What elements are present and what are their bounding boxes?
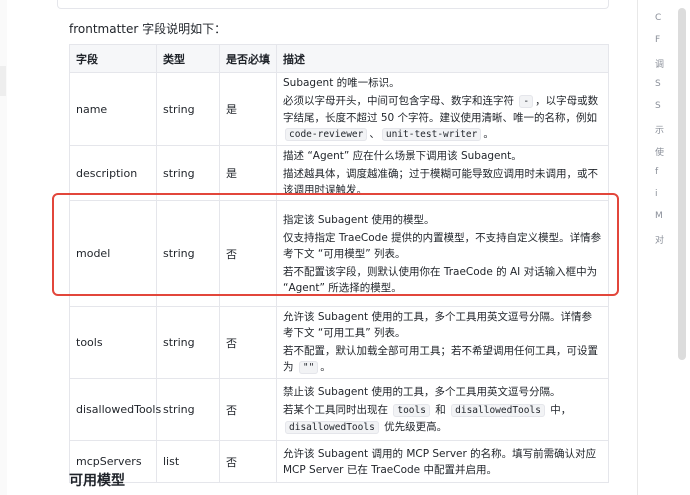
cell-required: 是 (219, 145, 277, 201)
description-text: 和 (431, 403, 450, 416)
inline-code: code-reviewer (285, 128, 368, 141)
cell-description: 禁止该 Subagent 使用的工具，多个工具用英文逗号分隔。 若某个工具同时出现… (276, 378, 609, 441)
description-paragraph: Subagent 的唯一标识。 (283, 75, 602, 91)
table-row: disallowedTools string 否禁止该 Subagent 使用的工具… (69, 378, 609, 441)
description-paragraph: 描述 “Agent” 应在什么场景下调用该 Subagent。 (283, 148, 602, 164)
description-text: 描述越具体，调度越准确；过于模糊可能导致应调用时未调用，或不该调用时误触发。 (283, 168, 598, 196)
toc-item[interactable]: i (655, 189, 658, 199)
toc-divider (637, 0, 638, 495)
toc-item[interactable]: C (655, 13, 661, 23)
description-text: 指定该 Subagent 使用的模型。 (283, 213, 435, 226)
toc-item[interactable]: f (655, 167, 658, 177)
toc-item[interactable]: 调 (655, 57, 664, 70)
table-row: description string 是描述 “Agent” 应在什么场景下调用该 … (69, 145, 609, 201)
description-text: Subagent 的唯一标识。 (283, 77, 400, 89)
description-paragraph: 允许该 Subagent 使用的工具，多个工具用英文逗号分隔。详情参考下文 “可… (283, 309, 602, 341)
cell-required: 是 (219, 72, 277, 146)
cell-description: 允许该 Subagent 使用的工具，多个工具用英文逗号分隔。详情参考下文 “可… (276, 306, 609, 379)
description-paragraph: 仅支持指定 TraeCode 提供的内置模型，不支持自定义模型。详情参考下文 “… (283, 230, 602, 262)
description-text: 描述 “Agent” 应在什么场景下调用该 Subagent。 (283, 150, 522, 162)
header-required: 是否必填 (219, 44, 277, 73)
intro-text: frontmatter 字段说明如下： (69, 22, 227, 36)
section-title: 可用模型 (69, 473, 125, 489)
toc-item[interactable]: 使 (655, 145, 664, 158)
cell-field: description (69, 145, 157, 201)
cell-field: model (69, 200, 157, 307)
table-row: model string 否指定该 Subagent 使用的模型。仅支持指定 Tra… (69, 200, 609, 307)
description-text: 中， (546, 403, 572, 416)
previous-block-border (57, 0, 609, 9)
inline-code: disallowedTools (451, 403, 545, 417)
table-row: name string 是 Subagent 的唯一标识。 必须以字母开头，中间可包含字… (69, 72, 609, 146)
cell-type: string (156, 145, 220, 201)
description-paragraph: 若不配置，默认加载全部可用工具；若不希望调用任何工具，可设置为 ""。 (283, 343, 602, 376)
inline-code: unit-test-writer (381, 128, 482, 141)
inline-code: - (519, 95, 534, 108)
description-text: 允许该 Subagent 调用的 MCP Server 的名称。填写前需确认对应… (283, 447, 597, 476)
cell-description: Subagent 的唯一标识。必须以字母开头，中间可包含字母、数字和连字符 -，… (276, 72, 609, 146)
header-type: 类型 (156, 44, 220, 73)
inline-code: "" (298, 361, 319, 374)
frontmatter-table: 字段 类型 是否必填 描述 name string 是 Subagent 的唯一标识。… (69, 44, 609, 483)
cell-type: list (156, 440, 220, 483)
cell-required: 否 (219, 440, 277, 483)
header-description: 描述 (276, 44, 609, 73)
cell-description: 指定该 Subagent 使用的模型。仅支持指定 TraeCode 提供的内置模… (276, 200, 609, 307)
header-field: 字段 (69, 44, 157, 73)
toc-item[interactable]: S (655, 101, 661, 111)
description-paragraph: 若不配置该字段，则默认使用你在 TraeCode 的 AI 对话输入框中为 “A… (283, 264, 602, 296)
description-text: 允许该 Subagent 使用的工具，多个工具用英文逗号分隔。详情参考下文 “可… (283, 311, 592, 339)
cell-type: string (156, 306, 220, 379)
cell-type: string (156, 200, 220, 307)
cell-field: name (69, 72, 157, 146)
toc-item[interactable]: 示 (655, 123, 664, 136)
inline-code: tools (393, 403, 430, 417)
cell-type: string (156, 72, 220, 146)
cell-field: disallowedTools (69, 378, 161, 441)
description-text: 禁止该 Subagent 使用的工具，多个工具用英文逗号分隔。 (283, 385, 561, 398)
table-header-row: 字段 类型 是否必填 描述 (69, 44, 609, 73)
cell-description: 描述 “Agent” 应在什么场景下调用该 Subagent。描述越具体，调度越… (276, 145, 609, 201)
toc-item[interactable]: 对 (655, 233, 664, 246)
cell-field: tools (69, 306, 157, 379)
cell-required: 否 (219, 378, 277, 441)
description-paragraph: 若某个工具同时出现在 tools 和 disallowedTools 中，dis… (283, 402, 602, 436)
toc-item[interactable]: M (655, 211, 663, 221)
description-paragraph: 禁止该 Subagent 使用的工具，多个工具用英文逗号分隔。 (283, 384, 602, 400)
scrollbar-thumb[interactable] (678, 8, 686, 360)
toc-item[interactable]: S (655, 79, 661, 89)
cell-type: string (156, 378, 220, 441)
left-scroll-indicator[interactable] (0, 66, 6, 96)
description-text: 必须以字母开头，中间可包含字母、数字和连字符 (283, 95, 518, 107)
description-paragraph: 描述越具体，调度越准确；过于模糊可能导致应调用时未调用，或不该调用时误触发。 (283, 166, 602, 198)
table-row: tools string 否允许该 Subagent 使用的工具，多个工具用英文逗号… (69, 306, 609, 379)
description-text: 若不配置该字段，则默认使用你在 TraeCode 的 AI 对话输入框中为 “A… (283, 265, 598, 294)
description-paragraph: 指定该 Subagent 使用的模型。 (283, 212, 602, 228)
description-text: 优先级更高。 (380, 420, 448, 433)
description-paragraph: 允许该 Subagent 调用的 MCP Server 的名称。填写前需确认对应… (283, 446, 602, 478)
inline-code: disallowedTools (285, 420, 379, 434)
description-paragraph: 必须以字母开头，中间可包含字母、数字和连字符 - ，以字母或数字结尾，长度不超过 … (283, 93, 602, 143)
cell-required: 否 (219, 306, 277, 379)
cell-required: 否 (219, 200, 277, 307)
description-text: 。 (320, 361, 331, 373)
description-text: 。 (483, 128, 494, 140)
description-text: 若某个工具同时出现在 (283, 403, 392, 416)
description-text: 、 (369, 128, 380, 140)
toc-item[interactable]: F (655, 35, 660, 45)
cell-description: 允许该 Subagent 调用的 MCP Server 的名称。填写前需确认对应… (276, 440, 609, 483)
table-row: mcpServers list 否允许该 Subagent 调用的 MCP Serv… (69, 440, 609, 483)
description-text: 仅支持指定 TraeCode 提供的内置模型，不支持自定义模型。详情参考下文 “… (283, 231, 602, 260)
